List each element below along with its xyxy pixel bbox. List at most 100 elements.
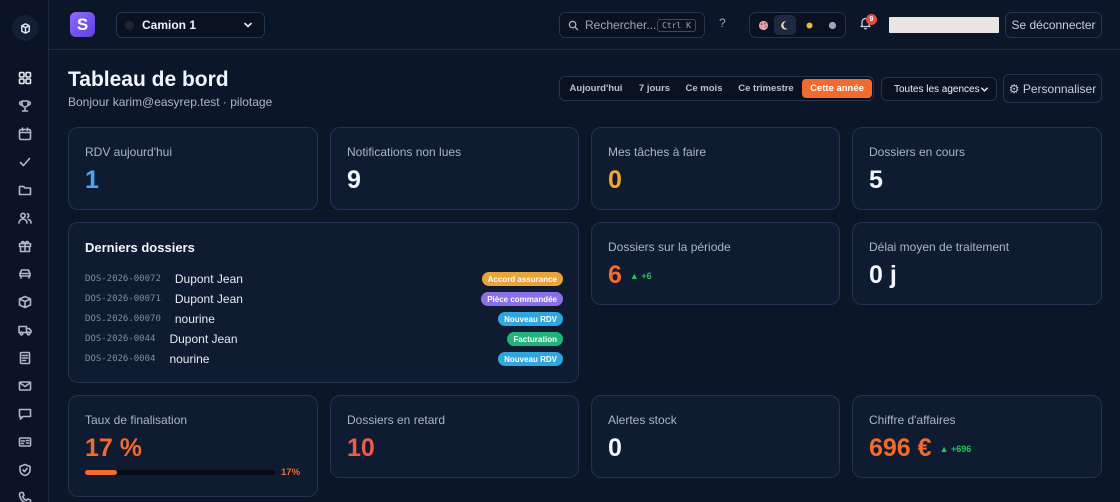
kpi-label: Mes tâches à faire xyxy=(608,145,707,159)
search-shortcut: Ctrl K xyxy=(657,18,696,32)
kpi-label: Dossiers sur la période xyxy=(608,240,731,254)
system-theme-icon[interactable] xyxy=(821,15,843,35)
period-7-days[interactable]: 7 jours xyxy=(633,79,676,98)
mail-icon[interactable] xyxy=(15,376,35,396)
kpi-card-ongoing[interactable]: Dossiers en cours 5 xyxy=(852,127,1102,210)
trend-indicator: ▲ +696 xyxy=(939,444,972,455)
table-row[interactable]: DOS.2026.00070 nourine Nouveau RDV xyxy=(85,311,563,327)
client-name: Dupont Jean xyxy=(174,292,243,306)
kpi-card-notifications[interactable]: Notifications non lues 9 xyxy=(330,127,579,210)
logout-button[interactable]: Se déconnecter xyxy=(1005,12,1102,38)
top-bar: S Camion 1 Rechercher... Ctrl K ? 9 Se d… xyxy=(49,0,1120,50)
recent-files-title: Derniers dossiers xyxy=(85,240,195,255)
client-name: nourine xyxy=(169,352,210,366)
kpi-value: 17 % xyxy=(85,434,142,462)
kpi-card-completion[interactable]: Taux de finalisation 17 % 17% xyxy=(68,395,318,497)
kpi-value: 0 xyxy=(608,434,622,462)
dashboard-icon[interactable] xyxy=(15,68,35,88)
kpi-label: Notifications non lues xyxy=(347,145,462,159)
kpi-card-period-files[interactable]: Dossiers sur la période 6 ▲ +6 xyxy=(591,222,840,305)
kpi-label: Dossiers en cours xyxy=(869,145,966,159)
document-icon[interactable] xyxy=(15,348,35,368)
agency-select[interactable]: Toutes les agences xyxy=(881,77,997,101)
car-icon[interactable] xyxy=(15,264,35,284)
file-reference: DOS-2026-00072 xyxy=(85,274,161,284)
gift-icon[interactable] xyxy=(15,236,35,256)
kpi-value: 5 xyxy=(869,166,883,194)
table-row[interactable]: DOS-2026-0004 nourine Nouveau RDV xyxy=(85,351,563,367)
kpi-card-tasks[interactable]: Mes tâches à faire 0 xyxy=(591,127,840,210)
kpi-label: Taux de finalisation xyxy=(85,413,188,427)
table-row[interactable]: DOS-2026-00071 Dupont Jean Pièce command… xyxy=(85,291,563,307)
kpi-label: Délai moyen de traitement xyxy=(869,240,1010,254)
trophy-icon[interactable] xyxy=(15,96,35,116)
period-quarter[interactable]: Ce trimestre xyxy=(732,79,800,98)
kpi-label: Dossiers en retard xyxy=(347,413,446,427)
sidebar xyxy=(0,0,49,502)
calendar-icon[interactable] xyxy=(15,124,35,144)
box-icon[interactable] xyxy=(15,292,35,312)
vehicle-color-dot xyxy=(125,20,134,30)
file-reference: DOS-2026-0004 xyxy=(85,354,156,364)
status-badge: Facturation xyxy=(507,332,563,346)
page-subtitle: Bonjour karim@easyrep.test · pilotage xyxy=(68,95,273,109)
completion-progress-fill xyxy=(85,470,118,475)
kpi-value: 0 j xyxy=(869,261,897,289)
kpi-label: RDV aujourd'hui xyxy=(85,145,173,159)
folder-icon[interactable] xyxy=(15,180,35,200)
check-icon[interactable] xyxy=(15,152,35,172)
kpi-value: 6 xyxy=(608,261,622,289)
page-title: Tableau de bord xyxy=(68,68,229,91)
app-root: S Camion 1 Rechercher... Ctrl K ? 9 Se d… xyxy=(0,0,1120,502)
client-name: Dupont Jean xyxy=(169,332,238,346)
search-box[interactable]: Rechercher... Ctrl K xyxy=(559,12,705,38)
chat-icon[interactable] xyxy=(15,404,35,424)
kpi-card-rdv[interactable]: RDV aujourd'hui 1 xyxy=(68,127,318,210)
completion-progress-track xyxy=(85,470,275,475)
trend-indicator: ▲ +6 xyxy=(629,271,652,282)
file-reference: DOS.2026.00070 xyxy=(85,314,161,324)
completion-progress-label: 17% xyxy=(281,467,301,478)
table-row[interactable]: DOS-2026-0044 Dupont Jean Facturation xyxy=(85,331,563,347)
user-name-box[interactable] xyxy=(889,17,999,33)
recent-files-card: Derniers dossiers DOS-2026-00072 Dupont … xyxy=(68,222,579,383)
vehicle-name: Camion 1 xyxy=(142,18,197,32)
kpi-label: Chiffre d'affaires xyxy=(869,413,956,427)
shield-icon[interactable] xyxy=(15,460,35,480)
chevron-down-icon xyxy=(244,22,252,28)
agency-value: Toutes les agences xyxy=(894,83,980,95)
sidebar-logo-icon[interactable] xyxy=(12,15,38,41)
kpi-value: 9 xyxy=(347,166,361,194)
brand-logo[interactable]: S xyxy=(70,12,95,37)
file-reference: DOS-2026-00071 xyxy=(85,294,161,304)
palette-icon[interactable] xyxy=(752,15,774,35)
kpi-card-delay[interactable]: Délai moyen de traitement 0 j xyxy=(852,222,1102,305)
chevron-down-icon xyxy=(981,87,988,92)
truck-icon[interactable] xyxy=(15,320,35,340)
client-name: Dupont Jean xyxy=(174,272,243,286)
table-row[interactable]: DOS-2026-00072 Dupont Jean Accord assura… xyxy=(85,271,563,287)
kpi-value: 696 € xyxy=(869,434,932,462)
period-year[interactable]: Cette année xyxy=(802,79,872,98)
period-selector: Aujourd'hui 7 jours Ce mois Ce trimestre… xyxy=(559,76,874,101)
search-icon xyxy=(568,20,579,30)
phone-icon[interactable] xyxy=(15,488,35,502)
kpi-label: Alertes stock xyxy=(608,413,677,427)
kpi-card-stock[interactable]: Alertes stock 0 xyxy=(591,395,840,478)
search-placeholder: Rechercher... xyxy=(585,18,657,32)
status-badge: Nouveau RDV xyxy=(498,312,563,326)
id-card-icon[interactable] xyxy=(15,432,35,452)
kpi-card-revenue[interactable]: Chiffre d'affaires 696 € ▲ +696 xyxy=(852,395,1102,478)
client-name: nourine xyxy=(174,312,215,326)
period-today[interactable]: Aujourd'hui xyxy=(563,79,629,98)
period-month[interactable]: Ce mois xyxy=(680,79,728,98)
vehicle-select[interactable]: Camion 1 xyxy=(116,12,265,38)
status-badge: Accord assurance xyxy=(481,272,563,286)
kpi-value: 10 xyxy=(347,434,375,462)
moon-icon[interactable] xyxy=(774,15,796,35)
kpi-card-late[interactable]: Dossiers en retard 10 xyxy=(330,395,579,478)
sun-icon[interactable] xyxy=(798,15,820,35)
users-icon[interactable] xyxy=(15,208,35,228)
help-button[interactable]: ? xyxy=(719,16,726,30)
customize-button[interactable]: ⚙ Personnaliser xyxy=(1003,74,1102,103)
